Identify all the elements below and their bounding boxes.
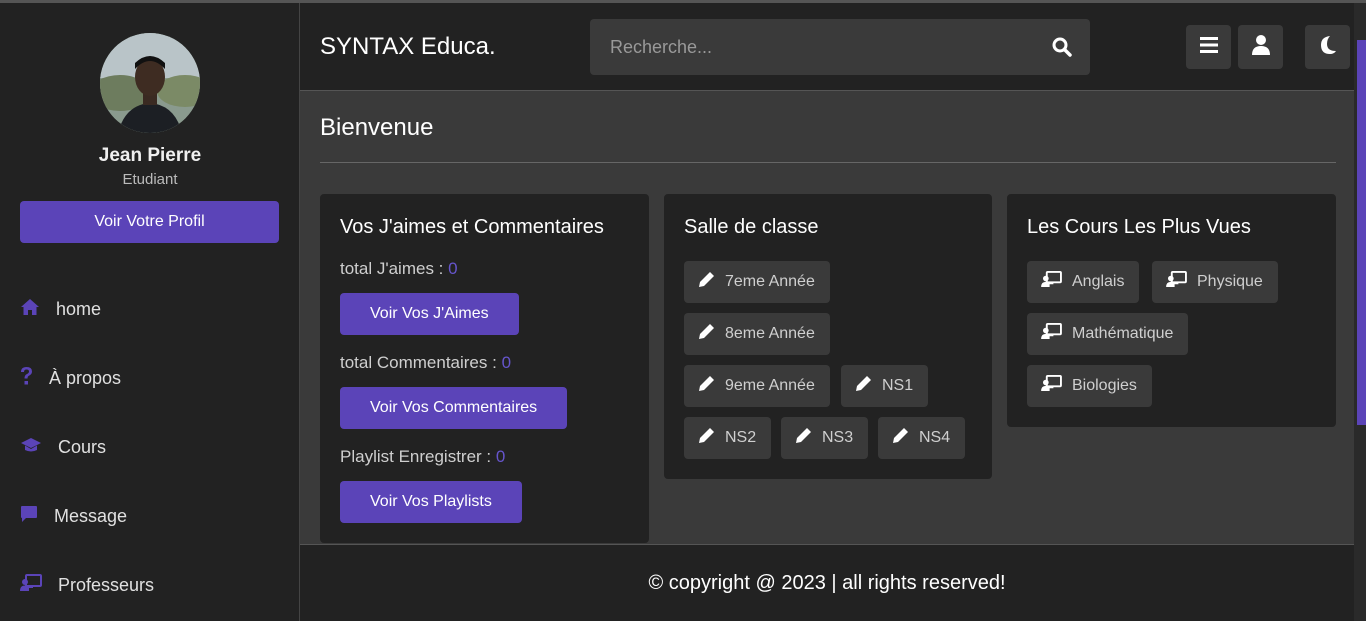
tag-label: Biologies	[1072, 377, 1137, 394]
playlist-count: 0	[495, 447, 506, 466]
likes-comments-card: Vos J'aimes et Commentaires total J'aime…	[320, 194, 649, 543]
tag-9eme[interactable]: 9eme Année	[684, 365, 830, 407]
card-title: Les Cours Les Plus Vues	[1027, 216, 1251, 238]
search-input[interactable]	[590, 19, 1030, 75]
view-profile-button[interactable]: Voir Votre Profil	[20, 201, 279, 243]
tag-8eme[interactable]: 8eme Année	[684, 313, 830, 355]
teacher-icon	[20, 573, 58, 597]
teacher-icon	[1041, 323, 1072, 345]
card-title: Salle de classe	[684, 216, 819, 238]
comments-stat: total Commentaires : 0	[340, 353, 511, 373]
teacher-icon	[1041, 375, 1072, 397]
course-mathematique[interactable]: Mathématique	[1027, 313, 1189, 355]
view-likes-button[interactable]: Voir Vos J'Aimes	[340, 293, 519, 335]
course-anglais[interactable]: Anglais	[1027, 261, 1140, 303]
avatar	[100, 33, 200, 133]
home-icon	[20, 298, 56, 321]
search-box	[590, 19, 1090, 75]
sidebar-item-courses[interactable]: Cours	[20, 432, 106, 462]
question-icon	[20, 366, 49, 391]
sidebar-item-label: home	[56, 298, 102, 319]
tag-label: Physique	[1197, 273, 1263, 290]
classroom-card: Salle de classe 7eme Année 8eme Année 9e…	[664, 194, 992, 479]
sidebar-item-label: Message	[54, 505, 128, 526]
pencil-icon	[698, 271, 725, 293]
page-title: Bienvenue	[320, 114, 434, 141]
search-icon[interactable]	[1052, 37, 1072, 62]
pencil-icon	[855, 375, 882, 397]
divider	[320, 162, 1336, 163]
user-icon	[1251, 34, 1270, 60]
sidebar-item-teachers[interactable]: Professeurs	[20, 570, 154, 600]
user-name: Jean Pierre	[98, 145, 202, 166]
pencil-icon	[892, 427, 919, 449]
tag-7eme[interactable]: 7eme Année	[684, 261, 830, 303]
tag-label: 7eme Année	[725, 273, 815, 290]
comments-count: 0	[501, 353, 512, 372]
pencil-icon	[698, 323, 725, 345]
tag-ns3[interactable]: NS3	[781, 417, 869, 459]
pencil-icon	[698, 427, 725, 449]
logo[interactable]: SYNTAX Educa.	[320, 33, 496, 61]
likes-stat: total J'aimes : 0	[340, 259, 458, 279]
pencil-icon	[698, 375, 725, 397]
user-role: Etudiant	[122, 171, 178, 188]
view-playlists-button[interactable]: Voir Vos Playlists	[340, 481, 522, 523]
teacher-icon	[1166, 271, 1197, 293]
sidebar-item-label: À propos	[49, 367, 122, 388]
tag-ns4[interactable]: NS4	[878, 417, 966, 459]
user-button[interactable]	[1238, 25, 1283, 69]
sidebar-item-about[interactable]: À propos	[20, 363, 121, 393]
menu-icon	[1199, 36, 1218, 58]
footer: © copyright @ 2023 | all rights reserved…	[300, 544, 1354, 621]
sidebar: Jean Pierre Etudiant Voir Votre Profil h…	[0, 3, 300, 621]
view-comments-button[interactable]: Voir Vos Commentaires	[340, 387, 568, 429]
header: SYNTAX Educa.	[300, 3, 1354, 91]
tag-label: NS2	[725, 429, 757, 446]
tag-label: NS4	[919, 429, 951, 446]
comments-label: total Commentaires :	[340, 353, 502, 372]
sidebar-item-home[interactable]: home	[20, 294, 101, 324]
tag-label: Mathématique	[1072, 325, 1174, 342]
moon-icon	[1319, 35, 1337, 60]
likes-label: total J'aimes :	[340, 259, 449, 278]
tag-label: NS3	[822, 429, 854, 446]
tag-label: 9eme Année	[725, 377, 815, 394]
card-title: Vos J'aimes et Commentaires	[340, 216, 604, 238]
playlist-label: Playlist Enregistrer :	[340, 447, 496, 466]
theme-toggle-button[interactable]	[1305, 25, 1350, 69]
copyright-text: © copyright @ 2023 | all rights reserved…	[648, 572, 1006, 594]
course-physique[interactable]: Physique	[1152, 261, 1278, 303]
scrollbar-thumb[interactable]	[1357, 40, 1366, 425]
tag-label: NS1	[882, 377, 914, 394]
course-biologies[interactable]: Biologies	[1027, 365, 1152, 407]
menu-button[interactable]	[1186, 25, 1231, 69]
likes-count: 0	[448, 259, 458, 278]
tag-ns2[interactable]: NS2	[684, 417, 772, 459]
tag-ns1[interactable]: NS1	[841, 365, 929, 407]
message-icon	[20, 505, 54, 528]
graduation-cap-icon	[20, 436, 58, 459]
playlist-stat: Playlist Enregistrer : 0	[340, 447, 505, 467]
teacher-icon	[1041, 271, 1072, 293]
popular-courses-card: Les Cours Les Plus Vues Anglais Physique…	[1007, 194, 1336, 427]
tag-label: Anglais	[1072, 273, 1125, 290]
tag-label: 8eme Année	[725, 325, 815, 342]
sidebar-item-label: Professeurs	[58, 574, 155, 595]
sidebar-item-message[interactable]: Message	[20, 501, 127, 531]
sidebar-item-label: Cours	[58, 436, 107, 457]
pencil-icon	[795, 427, 822, 449]
